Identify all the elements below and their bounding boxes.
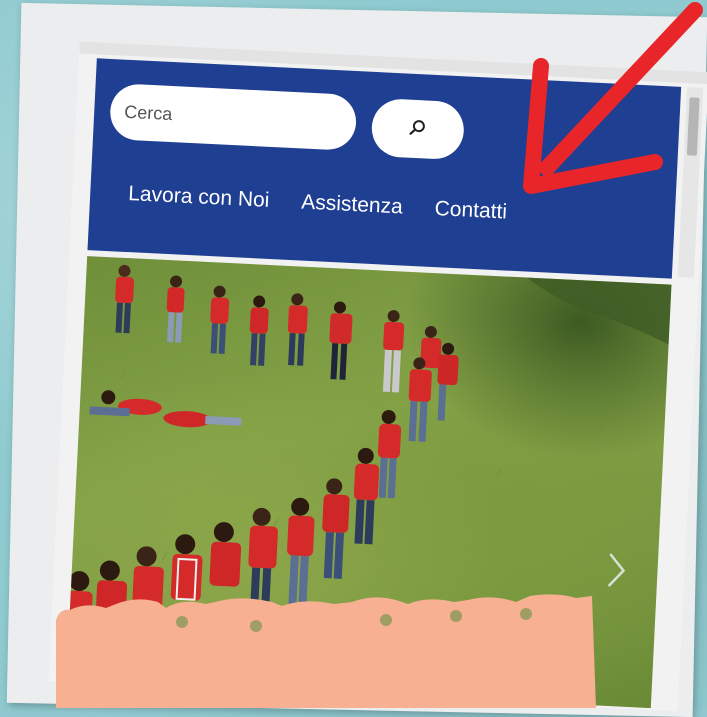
hero-carousel-image (66, 256, 672, 709)
search-button[interactable] (370, 97, 466, 161)
site-header: Lavora con Noi Assistenza Contatti (87, 58, 682, 279)
main-nav: Lavora con Noi Assistenza Contatti (128, 182, 508, 224)
search-input[interactable] (108, 83, 358, 152)
students-photo (66, 264, 672, 659)
scrollbar-thumb[interactable] (686, 97, 700, 156)
carousel-next-button[interactable] (600, 548, 632, 593)
chevron-right-icon (607, 553, 626, 587)
scrollbar[interactable] (677, 87, 704, 278)
photo-frame: Lavora con Noi Assistenza Contatti (6, 2, 707, 717)
website-screenshot: Lavora con Noi Assistenza Contatti (48, 41, 707, 712)
search-icon (407, 117, 428, 141)
nav-link-contatti[interactable]: Contatti (434, 197, 507, 225)
nav-link-lavora-con-noi[interactable]: Lavora con Noi (128, 182, 270, 213)
nav-link-assistenza[interactable]: Assistenza (301, 190, 404, 219)
